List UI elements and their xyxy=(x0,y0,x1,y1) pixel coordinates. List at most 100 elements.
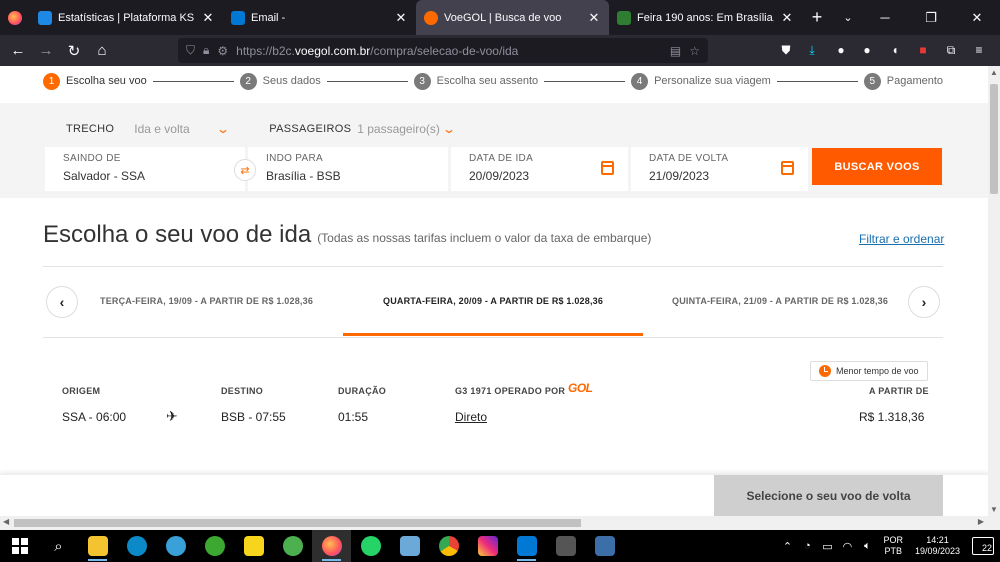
notification-center-icon[interactable]: 22 xyxy=(972,537,994,555)
duracao-label: DURAÇÃO xyxy=(338,386,387,396)
list-all-tabs-chevron-icon[interactable]: ⌄ xyxy=(838,0,858,35)
filter-sort-link[interactable]: Filtrar e ordenar xyxy=(859,232,944,246)
chrome-icon[interactable] xyxy=(429,530,468,562)
scroll-up-arrow-icon[interactable]: ▲ xyxy=(990,68,998,77)
tab-email[interactable]: Email - ✕ xyxy=(223,0,416,35)
extensions-puzzle-icon[interactable]: ⧉ xyxy=(940,39,962,61)
scroll-right-arrow-icon[interactable]: ▶ xyxy=(978,517,984,526)
windows-taskbar: ⌕ ⌃ ◔ ▭ ◠ 🔈︎ POR PTB 14:21 19/09/2023 22 xyxy=(0,530,1000,562)
vertical-scrollbar[interactable]: ▲ ▼ xyxy=(988,66,1000,516)
app-icon[interactable] xyxy=(273,530,312,562)
divider xyxy=(43,337,943,338)
close-icon[interactable]: ✕ xyxy=(201,10,215,26)
passageiros-select[interactable]: 1 passageiro(s) ⌄ xyxy=(351,122,457,136)
extension-icon[interactable]: ● xyxy=(830,39,852,61)
battery-icon[interactable]: ▭ xyxy=(817,540,837,553)
chevron-down-icon: ⌄ xyxy=(441,122,457,136)
instagram-icon[interactable] xyxy=(468,530,507,562)
direct-flight-link[interactable]: Direto xyxy=(455,410,487,424)
file-explorer-icon[interactable] xyxy=(78,530,117,562)
firefox-taskbar-icon[interactable] xyxy=(312,530,351,562)
extension-icon[interactable]: ● xyxy=(856,39,878,61)
close-icon[interactable]: ✕ xyxy=(394,10,408,26)
swap-arrows-icon[interactable]: ⇄ xyxy=(234,159,256,181)
origin-field[interactable]: SAINDO DE Salvador - SSA xyxy=(45,147,245,191)
show-hidden-icons-chevron-icon[interactable]: ⌃ xyxy=(777,540,797,553)
clock[interactable]: 14:21 19/09/2023 xyxy=(915,535,960,557)
permissions-icon[interactable]: ⚙ xyxy=(217,44,228,58)
step-label: Pagamento xyxy=(886,75,944,87)
trecho-label: TRECHO xyxy=(66,123,115,135)
meet-now-icon[interactable]: ◔ xyxy=(797,540,817,552)
scroll-left-arrow-icon[interactable]: ◀ xyxy=(3,517,9,526)
search-icon[interactable]: ⌕ xyxy=(39,530,78,562)
departure-date-field[interactable]: DATA DE IDA 20/09/2023 xyxy=(451,147,628,191)
step-number: 4 xyxy=(631,72,649,90)
sticky-notes-icon[interactable] xyxy=(234,530,273,562)
windows-start-icon[interactable] xyxy=(0,530,39,562)
horizontal-scrollbar[interactable]: ◀ ▶ xyxy=(0,516,1000,530)
passageiros-label: PASSAGEIROS xyxy=(269,123,352,135)
scroll-down-arrow-icon[interactable]: ▼ xyxy=(990,505,998,514)
outlook-icon[interactable] xyxy=(507,530,546,562)
tab-voegol[interactable]: VoeGOL | Busca de voo ✕ xyxy=(416,0,609,35)
menu-hamburger-icon[interactable]: ≡ xyxy=(968,39,990,61)
date-option-prev[interactable]: TERÇA-FEIRA, 19/09 - A PARTIR DE R$ 1.02… xyxy=(100,296,313,306)
system-tray: ⌃ ◔ ▭ ◠ 🔈︎ POR PTB 14:21 19/09/2023 22 xyxy=(777,530,1000,562)
close-icon[interactable]: ✕ xyxy=(780,10,794,26)
close-window-icon[interactable]: ✕ xyxy=(954,0,1000,35)
back-arrow-icon[interactable]: ← xyxy=(4,37,32,65)
minimize-icon[interactable]: ─ xyxy=(862,0,908,35)
select-return-flight-button[interactable]: Selecione o seu voo de volta xyxy=(714,475,943,516)
progress-steps: 1 Escolha seu voo 2 Seus dados 3 Escolha… xyxy=(43,70,943,92)
bottom-action-bar: Selecione o seu voo de volta xyxy=(0,474,988,516)
tracking-shield-icon[interactable]: ⛉ xyxy=(186,43,195,58)
chevron-left-icon[interactable]: ‹ xyxy=(46,286,78,318)
tab-estatisticas[interactable]: Estatísticas | Plataforma KSHOST ✕ xyxy=(30,0,223,35)
edge-icon[interactable] xyxy=(117,530,156,562)
pocket-icon[interactable]: ⛊ xyxy=(775,39,797,61)
calculator-icon[interactable] xyxy=(585,530,624,562)
search-flights-button[interactable]: BUSCAR VOOS xyxy=(812,148,942,185)
reload-icon[interactable]: ↻ xyxy=(60,37,88,65)
volume-icon[interactable]: 🔈︎ xyxy=(857,540,877,553)
trecho-select[interactable]: Ida e volta ⌄ xyxy=(114,122,234,136)
return-date-field[interactable]: DATA DE VOLTA 21/09/2023 xyxy=(631,147,808,191)
chevron-right-icon[interactable]: › xyxy=(908,286,940,318)
home-icon[interactable]: ⌂ xyxy=(88,37,116,65)
url-text[interactable]: https://b2c.voegol.com.br/compra/selecao… xyxy=(236,44,662,58)
new-tab-plus-icon[interactable]: + xyxy=(802,7,832,28)
lock-icon[interactable]: 🔒︎ xyxy=(203,43,209,58)
media-player-icon[interactable] xyxy=(156,530,195,562)
tab-feira[interactable]: Feira 190 anos: Em Brasília, Câm ✕ xyxy=(609,0,802,35)
wifi-icon[interactable]: ◠ xyxy=(837,540,857,553)
video-editor-icon[interactable] xyxy=(546,530,585,562)
whatsapp-icon[interactable] xyxy=(351,530,390,562)
app-icon[interactable] xyxy=(390,530,429,562)
close-icon[interactable]: ✕ xyxy=(587,10,601,26)
app-icon[interactable] xyxy=(195,530,234,562)
step-2: 2 Seus dados xyxy=(239,72,321,90)
outlook-favicon-icon xyxy=(231,10,245,25)
extension-icon[interactable]: ■ xyxy=(912,39,934,61)
restore-icon[interactable]: ❐ xyxy=(908,0,954,35)
date-option-selected[interactable]: QUARTA-FEIRA, 20/09 - A PARTIR DE R$ 1.0… xyxy=(383,296,603,306)
forward-arrow-icon[interactable]: → xyxy=(32,37,60,65)
origin-label: SAINDO DE xyxy=(63,153,121,164)
destination-field[interactable]: INDO PARA Brasília - BSB xyxy=(248,147,448,191)
scrollbar-thumb[interactable] xyxy=(990,84,998,194)
calendar-icon[interactable] xyxy=(781,161,794,175)
downloads-icon[interactable]: ⤓ xyxy=(801,39,823,61)
results-heading: Escolha o seu voo de ida (Todas as nossa… xyxy=(43,221,651,249)
calendar-icon[interactable] xyxy=(601,161,614,175)
bookmark-star-icon[interactable]: ☆ xyxy=(689,44,700,58)
date-option-next[interactable]: QUINTA-FEIRA, 21/09 - A PARTIR DE R$ 1.0… xyxy=(672,296,888,306)
step-divider xyxy=(544,80,626,82)
scrollbar-thumb[interactable] xyxy=(14,519,581,527)
return-date-value: 21/09/2023 xyxy=(649,169,710,183)
reader-view-icon[interactable]: ▤ xyxy=(670,44,681,58)
firefox-menu-icon[interactable] xyxy=(0,0,30,35)
extension-icon[interactable]: ◖ xyxy=(884,39,906,61)
url-bar[interactable]: ⛉ 🔒︎ ⚙ https://b2c.voegol.com.br/compra/… xyxy=(178,38,708,63)
language-indicator[interactable]: POR PTB xyxy=(883,535,903,557)
